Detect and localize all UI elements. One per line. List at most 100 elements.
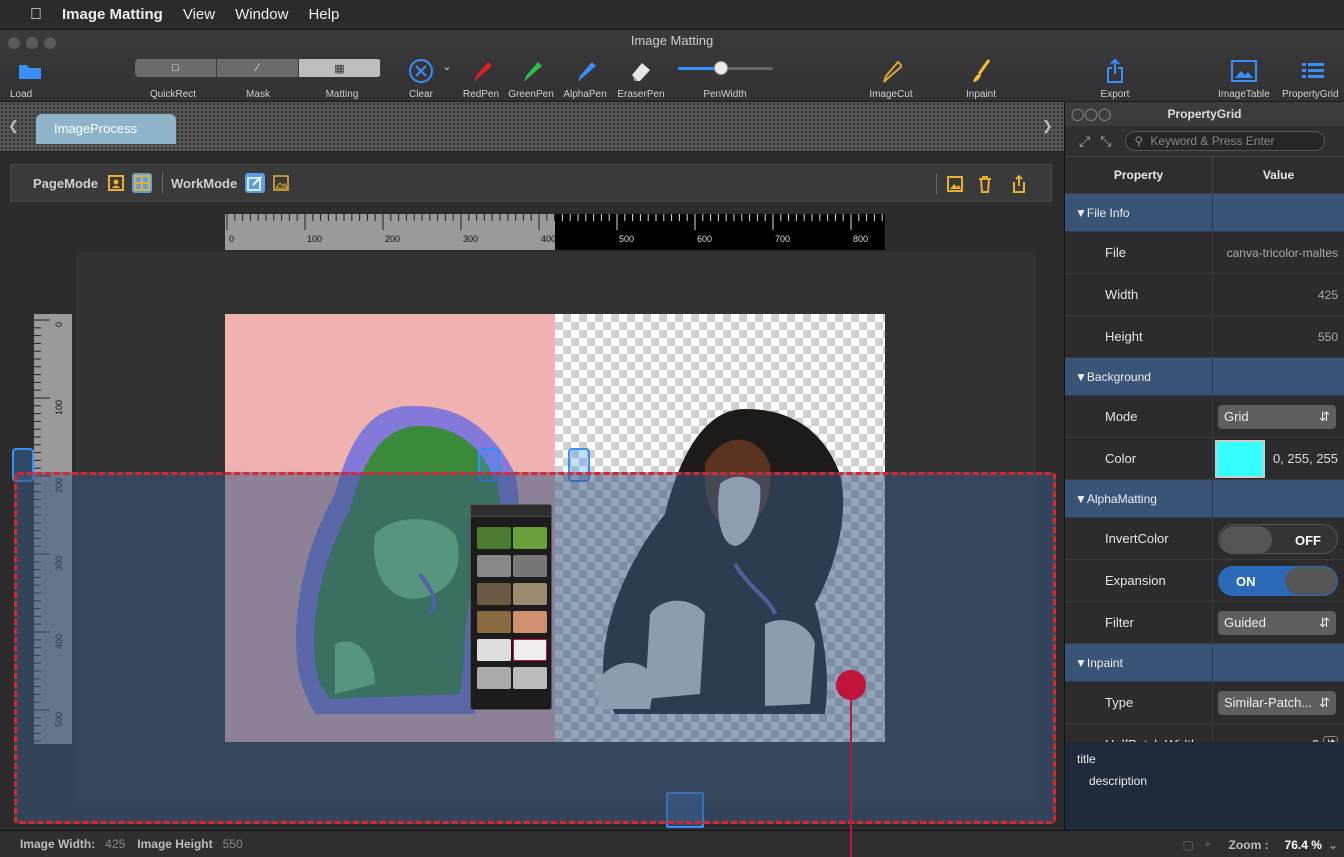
filter-select[interactable]: Guided ⇵ [1218, 610, 1336, 635]
green-pen-icon [506, 56, 556, 86]
thumbnail-item[interactable] [513, 611, 547, 633]
window-toolbar: Image Matting Load □ ⁄ ▦ QuickRect Mask … [0, 30, 1344, 102]
ruler-ticks: 0 100 200 300 400 500 600 700 800 [226, 214, 883, 244]
split-page-icon[interactable] [132, 173, 153, 193]
ruler-tick-label: 0 [54, 322, 64, 327]
propertygrid-button[interactable]: PropertyGrid [1282, 56, 1344, 100]
alphapen-button[interactable]: AlphaPen [560, 56, 610, 100]
apple-icon[interactable]:  [30, 6, 62, 24]
penwidth-slider[interactable] [678, 61, 773, 75]
image-height-label: Image Height [137, 837, 213, 851]
quickrect-segment[interactable]: □ [135, 59, 217, 77]
zoom-dropdown-chevron-icon[interactable]: ⌄ [1328, 838, 1338, 852]
prop-height: Height 550 [1065, 316, 1344, 358]
load-button[interactable]: Load [10, 56, 50, 100]
thumbnail-item[interactable] [513, 639, 547, 661]
mode-segmented-control[interactable]: □ ⁄ ▦ [135, 59, 381, 77]
clear-button[interactable]: Clear [396, 56, 446, 100]
penwidth-slider-knob[interactable] [713, 61, 728, 75]
matting-segment[interactable]: ▦ [299, 59, 381, 77]
category-inpaint[interactable]: ▼ Inpaint [1065, 644, 1344, 682]
canvas-share-icon[interactable] [1009, 174, 1029, 194]
folder-icon [10, 56, 50, 86]
portrait-page-icon[interactable] [106, 173, 126, 193]
menu-help[interactable]: Help [308, 6, 339, 23]
category-alpha-matting[interactable]: ▼ AlphaMatting [1065, 480, 1344, 518]
property-grid-header: Property Value [1065, 156, 1344, 194]
search-icon: ⚲ [1134, 134, 1144, 148]
expand-all-icon[interactable]: ⤢ [1079, 133, 1090, 150]
mask-segment[interactable]: ⁄ [217, 59, 299, 77]
thumbnail-item[interactable] [513, 583, 547, 605]
export-button[interactable]: Export [1090, 56, 1140, 100]
thumbnail-item[interactable] [477, 639, 511, 661]
zoom-value[interactable]: 76.4 % [1285, 838, 1322, 852]
inpaint-button[interactable]: Inpaint [956, 56, 1006, 100]
image-mode-icon[interactable] [271, 173, 291, 193]
ruler-tick-label: 100 [54, 400, 64, 415]
thumbnail-popup-window[interactable] [470, 504, 552, 710]
ruler-tick-label: 100 [307, 234, 322, 244]
prop-filter: Filter Guided ⇵ [1065, 602, 1344, 644]
thumbnail-item[interactable] [477, 555, 511, 577]
color-value: 0, 255, 255 [1272, 451, 1338, 466]
thumbnail-item[interactable] [513, 667, 547, 689]
tab-imageprocess[interactable]: ImageProcess [36, 114, 176, 144]
menu-app[interactable]: Image Matting [62, 6, 163, 23]
menu-window[interactable]: Window [235, 6, 288, 23]
updown-chevron-icon: ⇵ [1319, 694, 1330, 710]
expansion-toggle[interactable]: ON [1218, 565, 1338, 596]
tab-scroll-left-icon[interactable]: ❮ [8, 118, 19, 134]
thumbnail-item[interactable] [477, 611, 511, 633]
image-height-value: 550 [222, 837, 243, 851]
clear-dropdown-chevron-icon[interactable]: ⌄ [442, 60, 452, 73]
paintbrush-icon [956, 56, 1006, 86]
category-background[interactable]: ▼ Background [1065, 358, 1344, 396]
prop-file: File canva-tricolor-maltes [1065, 232, 1344, 274]
eraserpen-button[interactable]: EraserPen [614, 56, 668, 100]
updown-chevron-icon: ⇵ [1319, 614, 1330, 630]
col-property[interactable]: Property [1065, 157, 1213, 193]
tab-strip: ❮ ImageProcess ❯ [0, 102, 1064, 152]
tab-scroll-right-icon[interactable]: ❯ [1042, 118, 1053, 134]
menu-view[interactable]: View [183, 6, 215, 23]
collapse-all-icon[interactable]: ⤡ [1100, 133, 1111, 150]
updown-chevron-icon: ⇵ [1319, 408, 1330, 424]
invertcolor-toggle[interactable]: OFF [1218, 523, 1338, 554]
prop-mode: Mode Grid ⇵ [1065, 396, 1344, 438]
property-grid-title: ◯◯◯ PropertyGrid [1065, 102, 1344, 126]
imagetable-button[interactable]: ImageTable [1212, 56, 1276, 100]
mode-select[interactable]: Grid ⇵ [1218, 404, 1336, 429]
ruler-tick-label: 400 [541, 234, 556, 244]
prop-invertcolor: InvertColor OFF [1065, 518, 1344, 560]
greenpen-button[interactable]: GreenPen [506, 56, 556, 100]
color-swatch[interactable] [1215, 439, 1265, 478]
zoom-control: ▢ ⌖ Zoom : 76.4 % ⌄ [1182, 837, 1338, 852]
fit-screen-icon[interactable]: ▢ [1182, 838, 1193, 852]
red-pen-icon [456, 56, 506, 86]
thumbnail-item[interactable] [477, 667, 511, 689]
type-select[interactable]: Similar-Patch... ⇵ [1218, 690, 1336, 715]
panel-window-controls-icon[interactable]: ◯◯◯ [1071, 102, 1111, 126]
ruler-tick-label: 200 [385, 234, 400, 244]
property-grid-panel: ◯◯◯ PropertyGrid ⤢ ⤡ ⚲ Keyword & Press E… [1064, 102, 1344, 830]
redpen-button[interactable]: RedPen [456, 56, 506, 100]
thumbnail-item[interactable] [477, 583, 511, 605]
imagecut-button[interactable]: ImageCut [866, 56, 916, 100]
thumbnail-item[interactable] [513, 527, 547, 549]
canvas-image-icon[interactable] [945, 174, 965, 194]
col-value[interactable]: Value [1213, 157, 1344, 193]
property-search-input[interactable]: ⚲ Keyword & Press Enter [1125, 131, 1326, 151]
blue-pen-icon [560, 56, 610, 86]
thumbnail-item[interactable] [513, 555, 547, 577]
edit-mode-icon[interactable] [245, 173, 266, 193]
actual-size-icon[interactable]: ⌖ [1204, 837, 1211, 852]
annotation-pin [836, 670, 866, 700]
trash-icon[interactable] [975, 174, 995, 194]
workmode-label: WorkMode [171, 175, 238, 191]
ruler-tick-label: 500 [619, 234, 634, 244]
pagemode-label: PageMode [33, 175, 99, 191]
description-text: description [1089, 774, 1148, 788]
thumbnail-item[interactable] [477, 527, 511, 549]
category-file-info[interactable]: ▼ File Info [1065, 194, 1344, 232]
